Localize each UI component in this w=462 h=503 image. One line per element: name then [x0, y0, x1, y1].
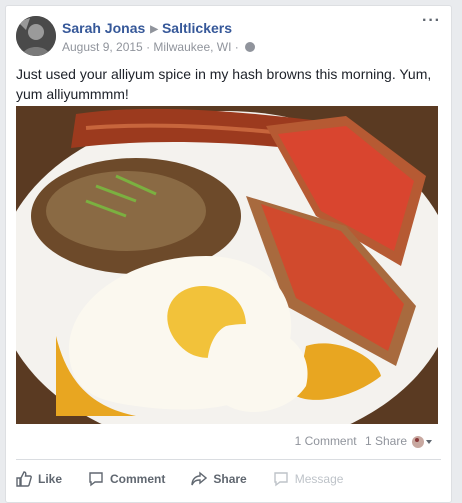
comment-count[interactable]: 1 Comment — [295, 434, 357, 448]
comment-button[interactable]: Comment — [88, 471, 165, 487]
share-count[interactable]: 1 Share — [365, 434, 407, 448]
post-header: Sarah Jonas ▶ Saltlickers August 9, 2015 ·… — [16, 13, 441, 60]
globe-icon — [245, 42, 256, 52]
action-bar: Like Comment Share Message — [16, 462, 441, 496]
comment-label: Comment — [110, 472, 166, 486]
post-location[interactable]: Milwaukee, WI — [153, 40, 231, 54]
message-icon — [274, 472, 288, 487]
like-button[interactable]: Like — [16, 471, 62, 487]
post-date[interactable]: August 9, 2015 — [62, 40, 143, 54]
author-line: Sarah Jonas ▶ Saltlickers — [62, 20, 232, 36]
page-name[interactable]: Saltlickers — [162, 20, 232, 36]
avatar[interactable] — [16, 16, 56, 56]
post-stats: 1 Comment 1 Share — [16, 434, 441, 452]
post-photo[interactable] — [16, 106, 438, 424]
author-name[interactable]: Sarah Jonas — [62, 20, 145, 36]
separator: · — [234, 40, 243, 54]
more-options-icon[interactable]: ··· — [422, 13, 441, 29]
post-card: Sarah Jonas ▶ Saltlickers August 9, 2015 ·… — [5, 5, 452, 503]
divider — [16, 459, 441, 460]
post-text: Just used your alliyum spice in my hash … — [16, 66, 432, 102]
comment-icon — [89, 472, 103, 487]
share-label: Share — [213, 472, 247, 486]
message-button: Message — [273, 471, 344, 487]
share-button[interactable]: Share — [191, 471, 247, 487]
post-meta: August 9, 2015 · Milwaukee, WI · — [62, 40, 256, 54]
message-label: Message — [294, 472, 344, 486]
thumbs-up-icon — [16, 471, 32, 487]
share-arrow-icon — [191, 471, 208, 486]
viewer-avatar-dropdown[interactable] — [411, 434, 433, 450]
arrow-right-icon: ▶ — [150, 24, 158, 35]
like-label: Like — [38, 472, 63, 486]
